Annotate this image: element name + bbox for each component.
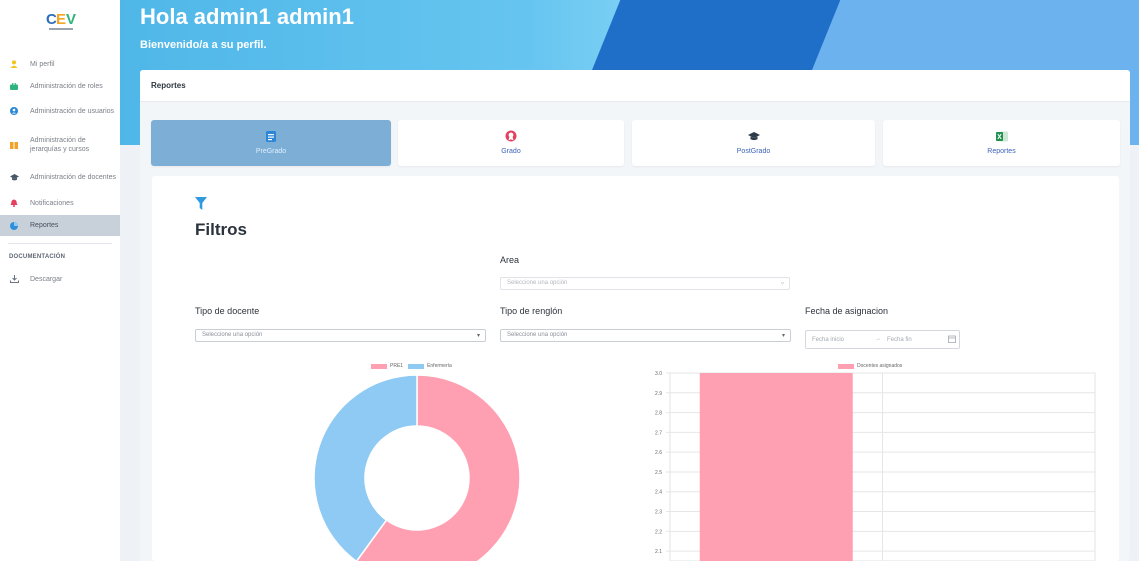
y-tick-label: 2.5 xyxy=(655,470,662,476)
sidebar-item-label: Reportes xyxy=(30,222,59,229)
sidebar-item-label: Descargar xyxy=(30,275,63,283)
tab-label: Grado xyxy=(501,148,521,155)
y-tick-label: 3.0 xyxy=(655,371,662,377)
graduation-cap-icon xyxy=(9,172,19,182)
certificate-icon xyxy=(505,130,517,142)
sidebar-divider xyxy=(8,243,112,244)
chart-pie-icon xyxy=(9,221,19,231)
y-tick-label: 2.9 xyxy=(655,391,662,397)
tipo-docente-select[interactable]: Seleccione una opción ▾ xyxy=(195,329,486,342)
card-title: Reportes xyxy=(151,81,186,90)
arrow-right-icon: → xyxy=(875,336,881,342)
tipo-renglon-placeholder: Seleccione una opción xyxy=(507,332,568,338)
bell-icon xyxy=(9,198,19,208)
y-tick-label: 2.7 xyxy=(655,430,662,436)
sidebar-item-label: Administración de docentes xyxy=(30,173,116,181)
page-subtitle: Bienvenido/a a su perfil. xyxy=(140,39,267,51)
date-start-input[interactable]: Fecha inicio xyxy=(812,337,844,343)
sidebar-item-descargar[interactable]: Descargar xyxy=(0,273,120,285)
sidebar-item-usuarios[interactable]: Administración de usuarios xyxy=(0,100,120,122)
legend-item[interactable]: Enfermería xyxy=(408,363,452,369)
tipo-docente-label: Tipo de docente xyxy=(195,306,260,316)
excel-icon xyxy=(995,130,1008,142)
bar[interactable] xyxy=(699,373,853,561)
sidebar-item-label: Administración de roles xyxy=(30,82,103,90)
tipo-docente-placeholder: Seleccione una opción xyxy=(202,332,263,338)
sidebar-item-notificaciones[interactable]: Notificaciones xyxy=(0,196,120,210)
area-placeholder: Seleccione una opción xyxy=(507,280,568,286)
sidebar-item-label: Mi perfil xyxy=(30,60,55,68)
legend-swatch xyxy=(371,363,387,369)
cev-logo: C E V xyxy=(46,11,76,30)
svg-text:E: E xyxy=(56,11,66,28)
graduation-cap-icon xyxy=(747,130,760,142)
download-icon xyxy=(9,274,19,284)
tab-label: Reportes xyxy=(987,148,1016,155)
tab-label: PostGrado xyxy=(736,148,771,155)
filter-icon xyxy=(195,197,207,210)
chevron-down-icon: ▾ xyxy=(476,333,480,339)
sidebar-item-docentes[interactable]: Administración de docentes xyxy=(0,166,120,188)
user-circle-icon xyxy=(9,106,19,116)
sidebar-item-label: Notificaciones xyxy=(30,199,74,207)
document-icon xyxy=(265,130,277,142)
svg-text:V: V xyxy=(66,11,76,28)
area-label: Area xyxy=(500,255,520,265)
doughnut-legend: PRE1 Enfermería xyxy=(371,363,457,369)
date-range-picker[interactable]: Fecha inicio → Fecha fin xyxy=(805,330,960,349)
y-tick-label: 2.3 xyxy=(655,510,662,516)
filters-heading: Filtros xyxy=(195,220,247,239)
chevron-down-icon: ▿ xyxy=(780,281,784,287)
y-tick-label: 2.8 xyxy=(655,411,662,417)
y-tick-label: 2.1 xyxy=(655,549,662,555)
tab-label: PreGrado xyxy=(255,148,287,155)
sidebar: C E V Mi perfil Administración de roles … xyxy=(0,0,120,561)
sidebar-item-label: Administración de usuarios xyxy=(30,107,115,115)
sidebar-item-reportes[interactable]: Reportes xyxy=(0,215,120,236)
date-end-input[interactable]: Fecha fin xyxy=(887,337,912,343)
sidebar-item-jerarquias[interactable]: Administración de jerarquías y cursos xyxy=(0,134,120,156)
bar-chart: 3.0 2.9 2.8 2.7 2.6 2.5 2.4 2.3 2.2 2.1 xyxy=(655,371,1096,561)
y-tick-label: 2.2 xyxy=(655,529,662,535)
legend-item[interactable]: PRE1 xyxy=(371,363,403,369)
fecha-label: Fecha de asignacion xyxy=(805,306,889,316)
y-tick-label: 2.4 xyxy=(655,490,662,496)
user-icon xyxy=(9,59,19,69)
books-icon xyxy=(9,140,19,150)
tipo-renglon-label: Tipo de renglón xyxy=(500,306,563,316)
legend-label: Enfermería xyxy=(427,363,452,369)
sidebar-item-mi-perfil[interactable]: Mi perfil xyxy=(0,57,120,71)
sidebar-item-roles[interactable]: Administración de roles xyxy=(0,79,120,93)
area-select[interactable]: Seleccione una opción ▿ xyxy=(500,277,790,290)
tipo-renglon-select[interactable]: Seleccione una opción ▾ xyxy=(500,329,791,342)
sidebar-item-label: Administración de jerarquías y cursos xyxy=(30,137,90,153)
sidebar-section-title: DOCUMENTACIÓN xyxy=(9,254,66,260)
calendar-icon[interactable] xyxy=(948,335,956,343)
legend-swatch xyxy=(408,363,425,369)
tab-postgrado[interactable]: PostGrado xyxy=(632,120,875,166)
chevron-down-icon: ▾ xyxy=(781,333,785,339)
tab-reportes[interactable]: Reportes xyxy=(883,120,1120,166)
page-title: Hola admin1 admin1 xyxy=(140,4,354,29)
card-header: Reportes xyxy=(140,70,1130,102)
tab-grado[interactable]: Grado xyxy=(398,120,624,166)
tab-pregrado[interactable]: PreGrado xyxy=(151,120,391,166)
briefcase-icon xyxy=(9,81,19,91)
y-tick-label: 2.6 xyxy=(655,450,662,456)
doughnut-chart xyxy=(313,374,521,561)
legend-label: PRE1 xyxy=(390,363,404,369)
